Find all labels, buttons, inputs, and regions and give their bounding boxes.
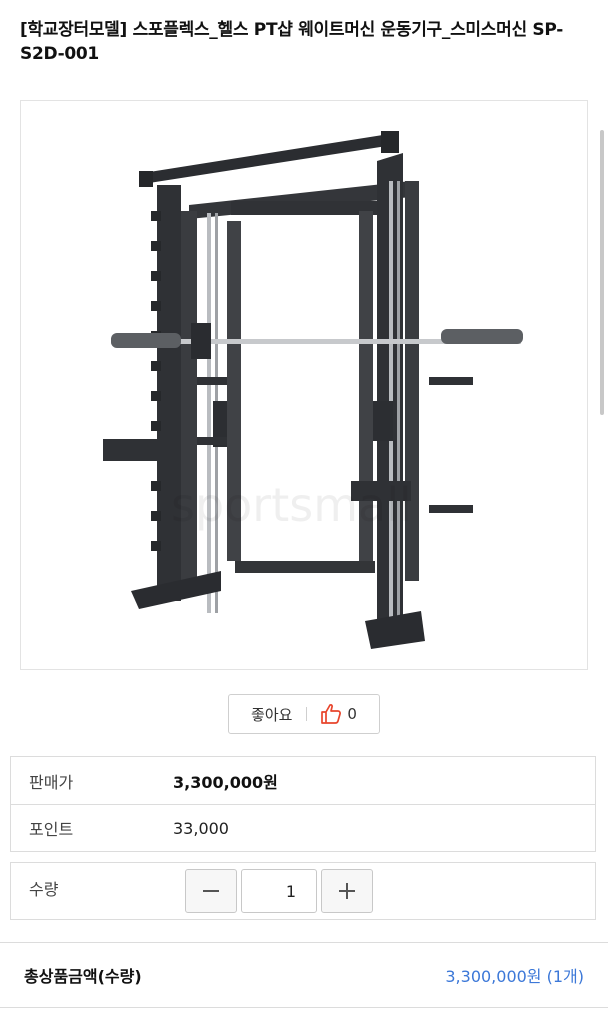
price-value: 3,300,000원 — [173, 772, 278, 792]
thumbs-up-icon — [321, 704, 342, 724]
scrollbar[interactable] — [600, 130, 604, 415]
quantity-input[interactable]: 1 — [241, 869, 317, 913]
price-row: 판매가 3,300,000원 — [11, 757, 595, 804]
quantity-stepper: 1 — [185, 863, 373, 919]
quantity-decrease-button[interactable] — [185, 869, 237, 913]
price-label: 판매가 — [29, 772, 74, 792]
product-image[interactable]: sportsmall — [20, 100, 588, 670]
plus-icon — [339, 883, 355, 899]
quantity-label: 수량 — [29, 880, 59, 899]
smith-machine-image: sportsmall — [103, 131, 523, 649]
point-value: 33,000 — [173, 818, 229, 838]
minus-icon — [203, 890, 219, 892]
like-count: 0 — [347, 705, 357, 723]
point-label: 포인트 — [29, 820, 74, 839]
svg-text:sportsmall: sportsmall — [171, 478, 412, 532]
quantity-increase-button[interactable] — [321, 869, 373, 913]
like-label: 좋아요 — [251, 705, 293, 724]
total-label: 총상품금액(수량) — [24, 967, 142, 986]
quantity-row: 수량 1 — [10, 862, 596, 920]
product-title: [학교장터모델] 스포플렉스_헬스 PT샵 웨이트머신 운동기구_스미스머신 S… — [20, 20, 563, 64]
like-button[interactable]: 좋아요 0 — [228, 694, 380, 734]
like-divider — [306, 707, 308, 721]
total-amount: 3,300,000원 (1개) — [445, 967, 584, 986]
point-row: 포인트 33,000 — [11, 804, 595, 851]
price-info-table: 판매가 3,300,000원 포인트 33,000 — [10, 756, 596, 852]
total-price-bar: 총상품금액(수량) 3,300,000원 (1개) — [0, 942, 608, 1008]
